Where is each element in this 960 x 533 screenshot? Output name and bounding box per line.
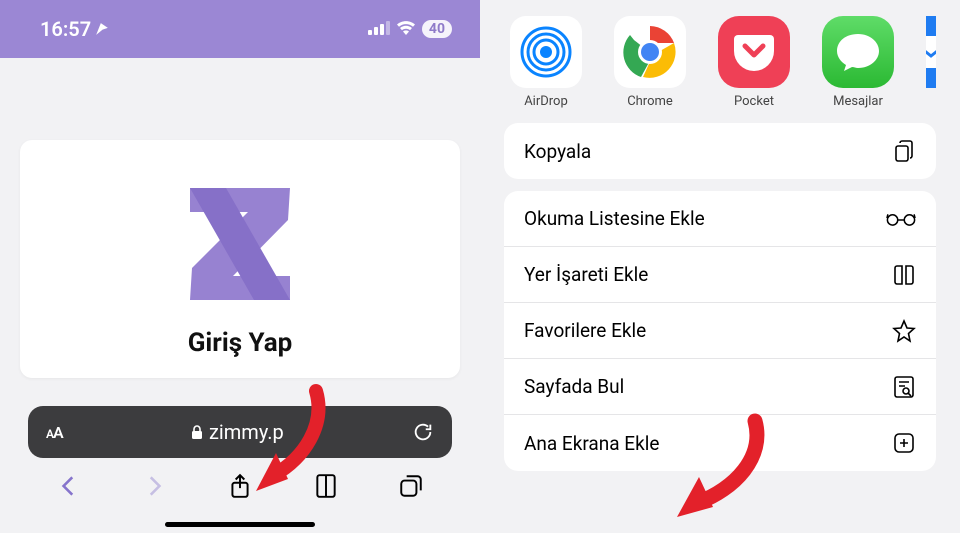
share-button[interactable] <box>227 473 253 499</box>
login-title: Giriş Yap <box>20 328 460 358</box>
share-airdrop-label: AirDrop <box>524 94 568 109</box>
home-indicator <box>165 522 315 527</box>
pocket-icon <box>718 16 790 88</box>
star-icon <box>892 319 916 343</box>
status-time: 16:57 <box>40 17 109 41</box>
share-chrome[interactable]: Chrome <box>614 16 686 109</box>
action-copy[interactable]: Kopyala <box>504 123 936 179</box>
action-find[interactable]: Sayfada Bul <box>504 359 936 415</box>
action-bookmark-label: Yer İşareti Ekle <box>524 263 648 286</box>
plus-square-icon <box>892 431 916 455</box>
messages-icon <box>822 16 894 88</box>
share-pocket[interactable]: Pocket <box>718 16 790 109</box>
share-airdrop[interactable]: AirDrop <box>510 16 582 109</box>
action-bookmark[interactable]: Yer İşareti Ekle <box>504 247 936 303</box>
tabs-button[interactable] <box>398 473 424 499</box>
action-reading-list-label: Okuma Listesine Ekle <box>524 207 705 230</box>
book-icon <box>892 263 916 287</box>
reload-icon[interactable] <box>412 421 434 443</box>
action-find-label: Sayfada Bul <box>524 375 624 398</box>
status-bar: 16:57 40 <box>0 0 480 58</box>
action-group-main: Okuma Listesine Ekle Yer İşareti Ekle Fa… <box>504 191 936 471</box>
location-icon <box>95 22 109 36</box>
zimmy-logo <box>170 178 310 308</box>
glasses-icon <box>886 207 916 231</box>
action-reading-list[interactable]: Okuma Listesine Ekle <box>504 191 936 247</box>
url-text: zimmy.p <box>209 420 284 444</box>
chrome-icon <box>614 16 686 88</box>
copy-icon <box>892 139 916 163</box>
text-size-button[interactable]: AA <box>46 423 63 442</box>
find-icon <box>892 375 916 399</box>
action-favorite-label: Favorilere Ekle <box>524 319 646 342</box>
action-favorite[interactable]: Favorilere Ekle <box>504 303 936 359</box>
address-bar[interactable]: AA zimmy.p <box>28 406 452 458</box>
mail-icon <box>926 16 936 88</box>
signal-icon <box>368 20 390 39</box>
login-card: Giriş Yap <box>20 140 460 378</box>
share-messages[interactable]: Mesajlar <box>822 16 894 109</box>
share-sheet: AirDrop Chrome Pocket Mesajlar <box>480 0 960 533</box>
bookmarks-button[interactable] <box>313 473 339 499</box>
browser-toolbar <box>0 461 480 511</box>
share-mail-partial[interactable] <box>926 16 936 109</box>
back-button[interactable] <box>56 473 82 499</box>
action-group-copy: Kopyala <box>504 123 936 179</box>
action-add-home[interactable]: Ana Ekrana Ekle <box>504 415 936 471</box>
share-messages-label: Mesajlar <box>833 94 883 109</box>
forward-button <box>141 473 167 499</box>
share-chrome-label: Chrome <box>627 94 673 109</box>
phone-screenshot-left: 16:57 40 Giriş Yap AA zimmy.p <box>0 0 480 533</box>
lock-icon <box>191 425 203 439</box>
airdrop-icon <box>510 16 582 88</box>
url-display[interactable]: zimmy.p <box>63 420 412 444</box>
clock-text: 16:57 <box>40 17 91 41</box>
action-copy-label: Kopyala <box>524 140 591 163</box>
status-icons: 40 <box>368 19 452 39</box>
wifi-icon <box>396 19 416 39</box>
share-targets-row: AirDrop Chrome Pocket Mesajlar <box>504 16 936 109</box>
battery-badge: 40 <box>422 20 452 38</box>
share-pocket-label: Pocket <box>734 94 774 109</box>
action-add-home-label: Ana Ekrana Ekle <box>524 432 659 455</box>
